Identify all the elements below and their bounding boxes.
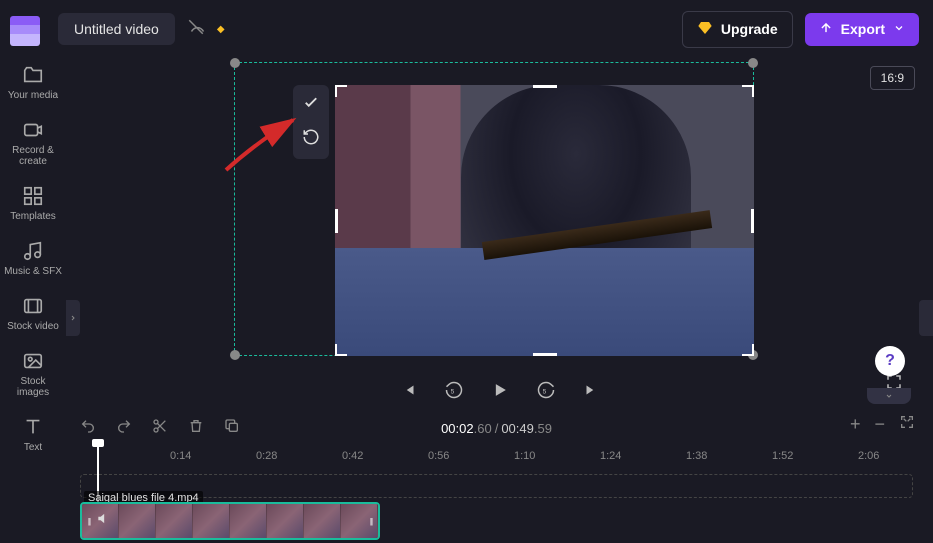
selection-handle[interactable] (742, 344, 754, 356)
ruler-tick: 1:52 (772, 450, 793, 462)
zoom-out-icon[interactable]: − (874, 414, 885, 435)
selection-edge[interactable] (533, 85, 557, 88)
crop-handle[interactable] (230, 58, 240, 68)
duplicate-icon[interactable] (224, 418, 240, 439)
ruler-tick: 0:42 (342, 450, 363, 462)
undo-icon[interactable] (80, 418, 96, 439)
sidebar-item-label: Text (24, 442, 42, 453)
sidebar-item-your-media[interactable]: Your media (3, 64, 63, 101)
selection-handle[interactable] (742, 85, 754, 97)
sidebar-item-label: Record & create (3, 145, 63, 167)
ruler-tick: 1:24 (600, 450, 621, 462)
selection-edge[interactable] (751, 209, 754, 233)
zoom-in-icon[interactable]: + (850, 414, 861, 435)
export-label: Export (841, 21, 885, 37)
project-title[interactable]: Untitled video (58, 13, 175, 45)
zoom-controls: + − (850, 414, 915, 435)
ruler-tick: 2:06 (858, 450, 879, 462)
forward-5-icon[interactable]: 5 (536, 380, 556, 400)
chevron-down-icon (893, 21, 905, 37)
upload-icon (819, 21, 833, 38)
sidebar-item-stock-video[interactable]: Stock video (3, 295, 63, 332)
skip-start-icon[interactable] (400, 381, 418, 399)
ruler-tick: 0:28 (256, 450, 277, 462)
sidebar-item-label: Templates (10, 211, 56, 222)
timeline-ruler[interactable]: 0:14 0:28 0:42 0:56 1:10 1:24 1:38 1:52 … (80, 444, 933, 470)
ruler-tick: 0:14 (170, 450, 191, 462)
selection-handle[interactable] (335, 344, 347, 356)
confirm-crop-icon[interactable] (302, 93, 320, 116)
clip-trim-handle-left[interactable] (84, 504, 94, 538)
timeline-empty-track[interactable] (80, 474, 913, 498)
preview-area: 16:9 (66, 58, 933, 408)
selection-handle[interactable] (335, 85, 347, 97)
clip-trim-handle-right[interactable] (366, 504, 376, 538)
redo-icon[interactable] (116, 418, 132, 439)
reset-crop-icon[interactable] (302, 128, 320, 151)
svg-text:5: 5 (450, 388, 454, 395)
crop-handle[interactable] (230, 350, 240, 360)
app-logo[interactable] (10, 16, 40, 46)
sidebar-item-music-sfx[interactable]: Music & SFX (3, 240, 63, 277)
diamond-icon (697, 20, 713, 39)
player-controls: 5 5 (66, 380, 933, 400)
skip-end-icon[interactable] (582, 381, 600, 399)
sidebar-item-templates[interactable]: Templates (3, 185, 63, 222)
help-button[interactable]: ? (875, 346, 905, 376)
total-time-seconds: 00:49 (501, 421, 534, 436)
play-icon[interactable] (490, 380, 510, 400)
export-button[interactable]: Export (805, 13, 919, 46)
upgrade-button[interactable]: Upgrade (682, 11, 793, 48)
sidebar-item-label: Stock images (3, 376, 63, 398)
sidebar-item-label: Music & SFX (4, 266, 62, 277)
rewind-5-icon[interactable]: 5 (444, 380, 464, 400)
speaker-icon[interactable] (96, 512, 110, 531)
video-preview-content (335, 85, 754, 356)
svg-text:5: 5 (542, 388, 546, 395)
aspect-ratio-selector[interactable]: 16:9 (870, 66, 915, 90)
delete-icon[interactable] (188, 418, 204, 439)
upgrade-label: Upgrade (721, 21, 778, 37)
sidebar-item-stock-images[interactable]: Stock images (3, 350, 63, 398)
selection-edge[interactable] (533, 353, 557, 356)
sidebar-item-label: Your media (8, 90, 58, 101)
premium-diamond-icon: ◆ (217, 24, 225, 35)
visibility-off-icon[interactable] (187, 18, 205, 41)
canvas-crop-box[interactable] (234, 62, 754, 356)
timeline-toolbar: 00:02.60/00:49.59 (80, 414, 913, 442)
left-sidebar: Your media Record & create Templates Mus… (0, 58, 66, 543)
total-time-frames: .59 (534, 421, 552, 436)
selection-edge[interactable] (335, 209, 338, 233)
video-selection-frame[interactable] (335, 85, 754, 356)
question-icon: ? (885, 352, 895, 370)
current-time-frames: .60 (474, 421, 492, 436)
timeline-video-clip[interactable] (80, 502, 380, 540)
crop-action-toolbar (293, 85, 329, 159)
timecode-display: 00:02.60/00:49.59 (441, 421, 552, 436)
properties-panel-handle[interactable] (867, 388, 911, 404)
split-icon[interactable] (152, 418, 168, 439)
current-time-seconds: 00:02 (441, 421, 474, 436)
sidebar-item-label: Stock video (7, 321, 59, 332)
ruler-tick: 0:56 (428, 450, 449, 462)
zoom-fit-icon[interactable] (899, 414, 915, 435)
ruler-tick: 1:38 (686, 450, 707, 462)
sidebar-item-record-create[interactable]: Record & create (3, 119, 63, 167)
sidebar-item-text[interactable]: Text (3, 416, 63, 453)
crop-handle[interactable] (748, 58, 758, 68)
ruler-tick: 1:10 (514, 450, 535, 462)
